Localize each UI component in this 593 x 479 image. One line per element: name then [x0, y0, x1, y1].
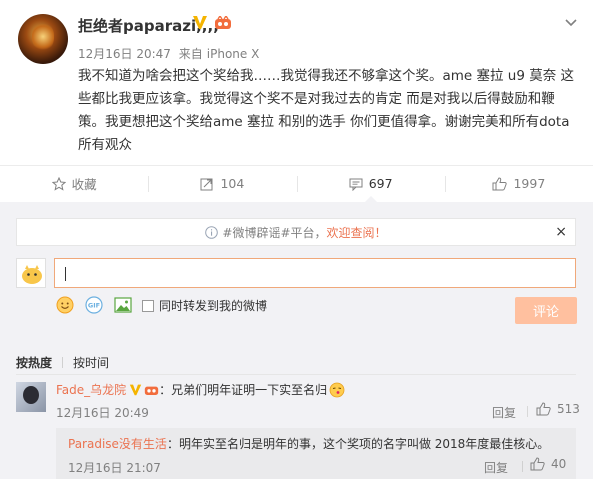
sub-reply-text: ：明年实至名归是明年的事，这个奖项的名字叫做 2018年度最佳核心。	[166, 437, 550, 451]
author-avatar[interactable]	[18, 14, 68, 64]
comment-reply-button[interactable]: 回复	[492, 404, 516, 421]
like-button[interactable]: 1997	[444, 166, 593, 201]
forward-option-label: 同时转发到我的微博	[159, 299, 268, 313]
tab-sort-time[interactable]: 按时间	[73, 354, 109, 371]
tab-sort-hot[interactable]: 按热度	[16, 354, 52, 371]
current-user-avatar[interactable]	[16, 258, 46, 288]
commenter-name[interactable]: Fade_乌龙院	[56, 381, 126, 398]
thumbs-up-icon	[530, 457, 545, 471]
weibo-post: 拒绝者paparazi,,,, 12月16日 20:47 来自 iPhone X …	[0, 0, 593, 165]
comment-action-divider	[527, 406, 528, 417]
favorite-label: 收藏	[71, 177, 97, 192]
forward-to-weibo-option[interactable]: 同时转发到我的微博	[142, 297, 267, 314]
sub-reply-action-divider	[522, 461, 523, 472]
sub-reply-time: 12月16日 21:07	[68, 461, 161, 475]
sort-divider	[62, 357, 64, 368]
comment-like-button[interactable]: 513	[536, 402, 580, 416]
comment-sort-tabs: 按热度 按时间	[16, 354, 119, 371]
comment-text: ：兄弟们明年证明一下实至名归	[159, 383, 328, 397]
emoji-icon[interactable]	[56, 296, 74, 314]
image-icon[interactable]	[114, 296, 132, 314]
comment-count: 697	[368, 176, 393, 191]
star-icon	[51, 176, 66, 191]
thumbs-up-icon	[492, 176, 508, 190]
like-count: 1997	[513, 176, 546, 191]
rumor-notice-bar: #微博辟谣#平台， 欢迎查阅！ ×	[16, 218, 576, 246]
thumbs-up-icon	[536, 402, 551, 416]
post-time[interactable]: 12月16日 20:47	[78, 47, 171, 61]
comments-panel: #微博辟谣#平台， 欢迎查阅！ × GIF 同时转发到我的微博 评论 按热度 按时间	[0, 202, 593, 479]
member-crown-icon[interactable]	[214, 16, 232, 30]
post-source[interactable]: iPhone X	[207, 47, 260, 61]
forward-count: 104	[220, 176, 245, 191]
member-crown-icon[interactable]	[144, 384, 159, 396]
comment-like-count: 513	[557, 402, 580, 416]
sub-reply-button[interactable]: 回复	[484, 459, 508, 476]
info-icon	[205, 225, 219, 239]
post-action-bar: 收藏 104 697 1997	[0, 165, 593, 202]
sub-reply-like-button[interactable]: 40	[530, 457, 566, 471]
verified-v-icon	[129, 384, 142, 396]
post-meta: 12月16日 20:47 来自 iPhone X	[78, 45, 263, 62]
forward-button[interactable]: 104	[148, 166, 296, 201]
favorite-button[interactable]: 收藏	[0, 166, 148, 201]
commenter-avatar[interactable]	[16, 382, 46, 412]
user-avatar-icon	[22, 265, 42, 284]
comment-icon	[349, 178, 363, 191]
comment-time: 12月16日 20:49	[56, 406, 149, 420]
gif-icon[interactable]: GIF	[85, 296, 103, 314]
replier-name[interactable]: Paradise没有生活	[68, 437, 167, 451]
notice-link[interactable]: 欢迎查阅！	[327, 224, 387, 241]
kiss-emoji-icon	[329, 382, 345, 397]
forward-checkbox[interactable]	[142, 299, 154, 312]
text-caret	[65, 267, 66, 281]
verified-v-icon	[193, 16, 207, 29]
forward-icon	[200, 178, 213, 190]
sub-reply-box: Paradise没有生活：明年实至名归是明年的事，这个奖项的名字叫做 2018年…	[56, 428, 576, 479]
sub-reply-line: Paradise没有生活：明年实至名归是明年的事，这个奖项的名字叫做 2018年…	[68, 435, 549, 452]
post-source-prefix: 来自	[178, 47, 203, 61]
notice-text: #微博辟谣#平台，	[222, 225, 327, 240]
chevron-down-icon[interactable]	[563, 14, 579, 30]
svg-text:GIF: GIF	[88, 302, 100, 310]
comment-button[interactable]: 697	[296, 166, 445, 202]
comment-line: Fade_乌龙院 ：兄弟们明年证明一下实至名归	[56, 381, 345, 398]
post-content: 我不知道为啥会把这个奖给我……我觉得我还不够拿这个奖。ame 塞拉 u9 莫奈 …	[78, 68, 575, 153]
sub-reply-like-count: 40	[551, 457, 567, 471]
close-icon[interactable]: ×	[555, 224, 567, 240]
sort-divider-line	[16, 374, 576, 375]
comment-input[interactable]	[54, 258, 576, 288]
submit-comment-button[interactable]: 评论	[515, 297, 577, 324]
